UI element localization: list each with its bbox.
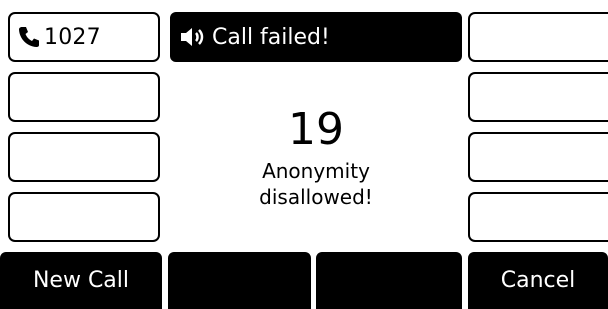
cancel-softkey[interactable]: Cancel (468, 252, 608, 309)
line-key-1027[interactable]: 1027 (8, 12, 160, 62)
line-key-6[interactable] (468, 72, 608, 122)
new-call-softkey[interactable]: New Call (0, 252, 162, 309)
status-message-line2: disallowed! (259, 185, 373, 209)
status-area: 19 Anonymity disallowed! (170, 106, 462, 210)
line-key-4[interactable] (8, 192, 160, 242)
title-bar: Call failed! (170, 12, 462, 62)
line-key-2[interactable] (8, 72, 160, 122)
title-text: Call failed! (212, 24, 330, 50)
phone-screen: 1027 Call failed! 19 Anonymity disallowe… (0, 0, 608, 309)
speaker-icon (178, 25, 206, 49)
softkey-3[interactable] (316, 252, 462, 309)
status-message-line1: Anonymity (262, 159, 370, 183)
softkey-2[interactable] (168, 252, 311, 309)
line-key-8[interactable] (468, 192, 608, 242)
status-code: 19 (288, 104, 344, 155)
line-key-label: 1027 (44, 24, 101, 50)
line-key-7[interactable] (468, 132, 608, 182)
line-key-3[interactable] (8, 132, 160, 182)
line-key-5[interactable] (468, 12, 608, 62)
phone-icon (16, 24, 42, 50)
